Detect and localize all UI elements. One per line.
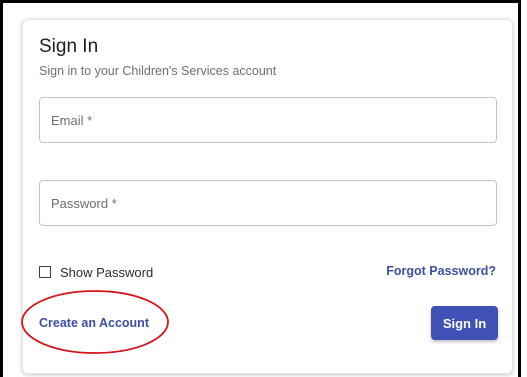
card-subtitle: Sign in to your Children's Services acco… [39, 64, 277, 78]
sign-in-card: Sign In Sign in to your Children's Servi… [22, 19, 513, 374]
email-field [39, 97, 497, 143]
password-field [39, 180, 497, 226]
show-password-label: Show Password [60, 264, 154, 280]
email-input[interactable] [40, 98, 496, 142]
create-account-link[interactable]: Create an Account [39, 316, 149, 330]
card-title: Sign In [39, 36, 99, 57]
show-password-checkbox[interactable] [39, 266, 51, 278]
password-input[interactable] [40, 181, 496, 225]
sign-in-button[interactable]: Sign In [431, 306, 498, 340]
show-password-row[interactable]: Show Password [39, 264, 153, 280]
forgot-password-link[interactable]: Forgot Password? [386, 264, 496, 278]
